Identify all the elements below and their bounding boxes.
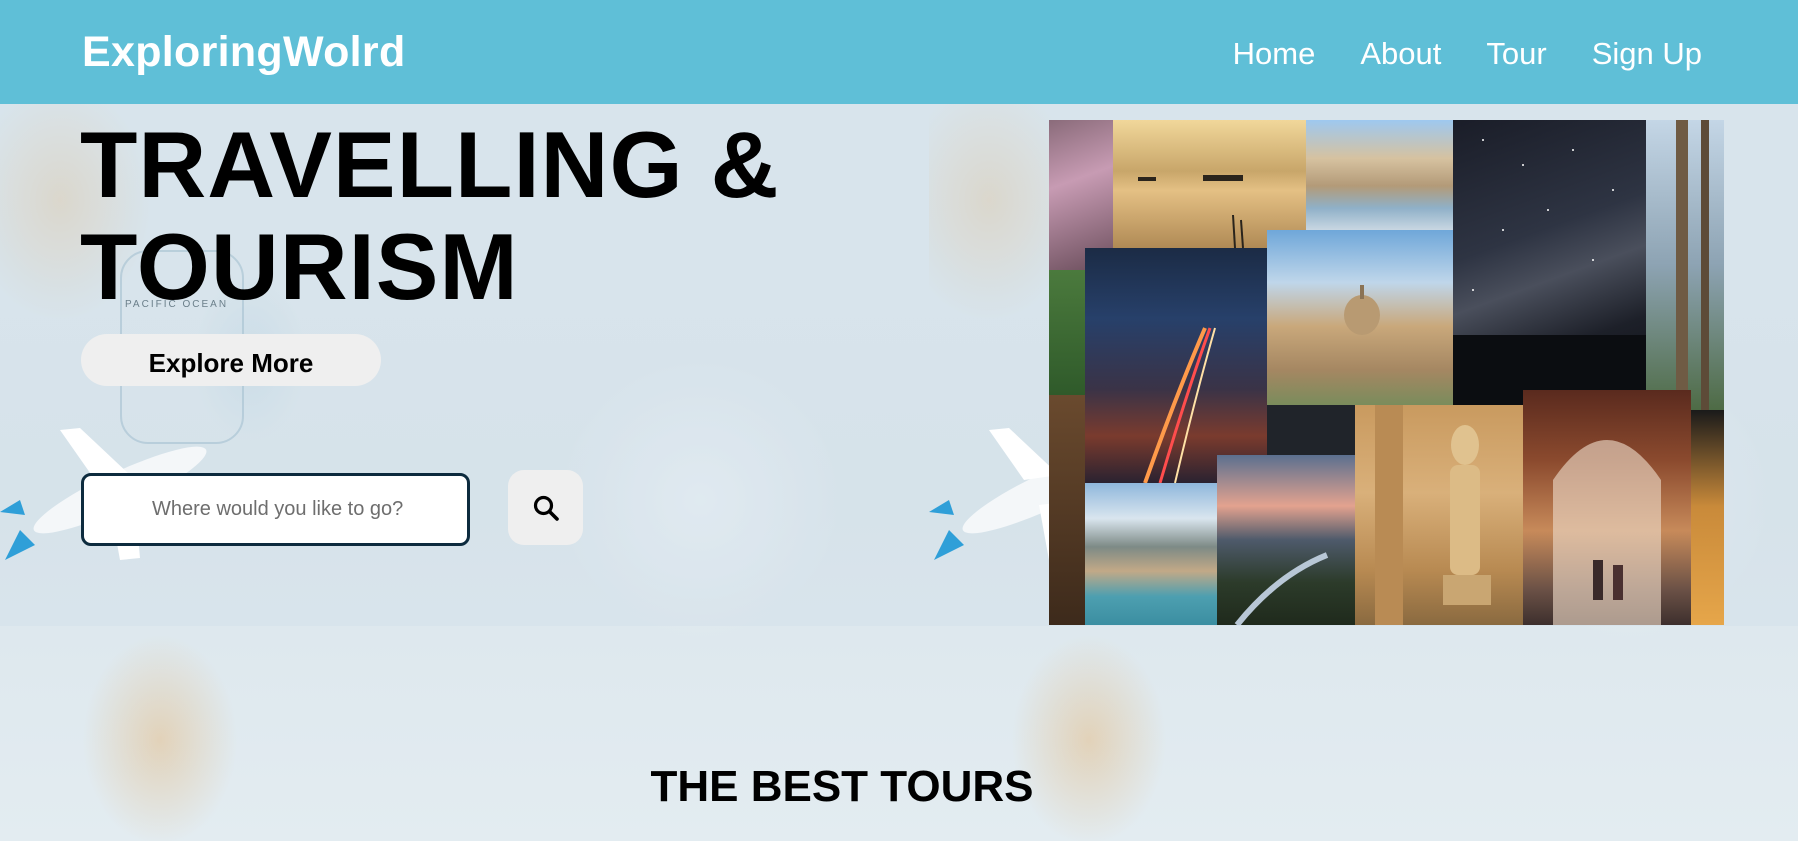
nav-link-home[interactable]: Home — [1233, 36, 1316, 72]
main-nav: Home About Tour Sign Up — [1233, 36, 1702, 72]
nav-link-about[interactable]: About — [1360, 36, 1441, 72]
photo-cathedral-town — [1267, 230, 1453, 405]
search-icon — [533, 495, 559, 521]
photo-river-sunset — [1217, 455, 1355, 625]
destination-search-input[interactable] — [81, 473, 470, 546]
photo-arch-street — [1523, 390, 1691, 625]
hero-title: TRAVELLING & TOURISM — [80, 114, 780, 318]
hero-title-line-2: TOURISM — [80, 214, 519, 319]
photo-palm-trees — [1646, 120, 1724, 410]
photo-milky-way — [1453, 120, 1646, 405]
section-title-best-tours: THE BEST TOURS — [650, 762, 1034, 811]
photo-tent — [1691, 410, 1724, 625]
photo-harbour-town — [1306, 120, 1453, 230]
destinations-collage — [1049, 120, 1724, 625]
photo-egyptian-statue — [1355, 405, 1523, 625]
photo-city-night — [1085, 248, 1267, 483]
brand-logo[interactable]: ExploringWolrd — [82, 28, 406, 77]
nav-link-tour[interactable]: Tour — [1486, 36, 1546, 72]
hero-title-line-1: TRAVELLING & — [80, 112, 780, 217]
photo-arches — [1049, 395, 1085, 625]
navbar: ExploringWolrd Home About Tour Sign Up — [0, 0, 1798, 104]
photo-mountain-beach — [1085, 483, 1217, 625]
photo-forest — [1049, 270, 1085, 395]
nav-link-signup[interactable]: Sign Up — [1592, 36, 1702, 72]
photo-lake-boats — [1113, 120, 1306, 248]
search-button[interactable] — [508, 470, 583, 545]
explore-more-button[interactable]: Explore More — [81, 334, 381, 386]
